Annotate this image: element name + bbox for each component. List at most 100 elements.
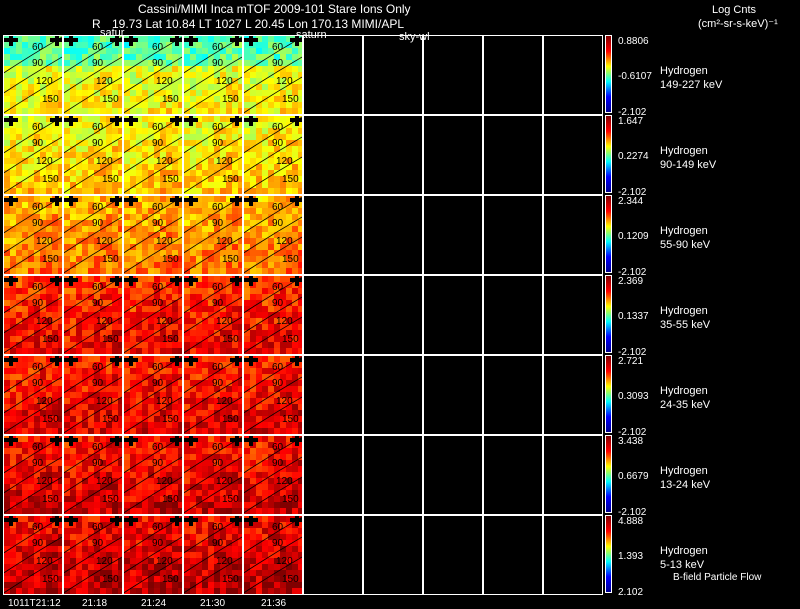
time-tick-label: 1011T21:12 [8,598,61,609]
contour-label: 120 [36,476,53,487]
colorbar-max: 2.344 [618,196,644,207]
contour-label: 150 [102,174,119,185]
colorbar [605,275,612,353]
contour-label: 120 [156,396,173,407]
contour-label: 90 [272,378,284,389]
contour-label: 150 [222,254,239,265]
contour-label: 120 [216,316,233,327]
image-cell: 60 90 120 150 [3,275,63,355]
species-label: Hydrogen [660,385,708,397]
colorbar [605,35,612,113]
contour-label: 60 [272,442,284,453]
contour-label: 90 [212,218,224,229]
image-cell: 60 90 120 150 [3,35,63,115]
contour-label: 150 [282,94,299,105]
image-cell [363,275,423,355]
contour-label: 90 [212,138,224,149]
contour-label: 120 [276,396,293,407]
image-cell: 60 90 120 150 [123,195,183,275]
energy-range-label: 35-55 keV [660,319,711,331]
contour-label: 90 [152,218,164,229]
contour-label: 120 [96,156,113,167]
contour-label: 60 [92,362,104,373]
image-cell [423,515,483,595]
colorbar-max: 1.647 [618,116,644,127]
contour-label: 90 [152,458,164,469]
image-cell: 60 90 120 150 [123,515,183,595]
image-cell: 60 90 120 150 [63,435,123,515]
contour-label: 90 [32,138,44,149]
image-cell [303,275,363,355]
footer-note: B-field Particle Flow [673,572,762,583]
image-cell: 60 90 120 150 [63,115,123,195]
image-cell: 60 90 120 150 [123,35,183,115]
contour-label: 60 [32,122,44,133]
image-cell: 60 90 120 150 [243,195,303,275]
contour-label: 150 [42,94,59,105]
energy-range-label: 55-90 keV [660,239,711,251]
contour-label: 120 [36,236,53,247]
colorbar-max: 2.369 [618,276,644,287]
species-label: Hydrogen [660,305,708,317]
colorbar-mid: 0.1209 [618,231,649,242]
contour-label: 90 [92,298,104,309]
species-label: Hydrogen [660,225,708,237]
contour-label: 60 [92,282,104,293]
units-title: Log Cnts [712,4,757,16]
image-cell [423,355,483,435]
contour-label: 90 [272,458,284,469]
contour-label: 150 [102,334,119,345]
image-cell [483,515,543,595]
species-label: Hydrogen [660,145,708,157]
image-cell [423,195,483,275]
image-cell: 60 90 120 150 [63,515,123,595]
image-cell [543,275,603,355]
image-cell: 60 90 120 150 [3,435,63,515]
contour-label: 60 [272,282,284,293]
chart-title: Cassini/MIMI Inca mTOF 2009-101 Stare Io… [138,2,411,16]
contour-label: 150 [162,494,179,505]
channel-label: Hydrogen 24-35 keV [660,384,710,412]
contour-label: 120 [276,556,293,567]
image-cell [543,115,603,195]
contour-label: 150 [282,494,299,505]
contour-label: 150 [102,414,119,425]
image-cell [423,275,483,355]
contour-label: 120 [36,396,53,407]
contour-label: 90 [152,378,164,389]
contour-label: 120 [156,76,173,87]
contour-label: 120 [36,156,53,167]
contour-label: 60 [152,362,164,373]
colorbar-mid: 0.1337 [618,311,649,322]
image-cell: 60 90 120 150 [123,275,183,355]
image-cell: 60 90 120 150 [63,275,123,355]
units-subtitle: (cm²-sr-s-keV)⁻¹ [698,18,778,30]
contour-label: 90 [272,58,284,69]
image-cell [483,355,543,435]
contour-label: 90 [32,538,44,549]
species-label: Hydrogen [660,545,708,557]
image-cell: 60 90 120 150 [63,195,123,275]
image-cell: 60 90 120 150 [243,515,303,595]
contour-label: 60 [92,442,104,453]
contour-label: 120 [216,396,233,407]
contour-label: 120 [216,476,233,487]
image-cell: 60 90 120 150 [243,115,303,195]
image-cell [543,355,603,435]
contour-label: 90 [32,378,44,389]
image-cell [483,275,543,355]
contour-label: 90 [212,298,224,309]
image-cell [363,195,423,275]
colorbar-mid: 0.6679 [618,471,649,482]
image-cell [483,35,543,115]
contour-label: 60 [32,282,44,293]
contour-label: 120 [36,316,53,327]
contour-label: 60 [272,202,284,213]
contour-label: 90 [152,298,164,309]
contour-label: 150 [162,174,179,185]
contour-label: 120 [276,236,293,247]
image-cell: 60 90 120 150 [243,355,303,435]
contour-label: 60 [152,202,164,213]
image-cell: 60 90 120 150 [183,195,243,275]
image-cell: 60 90 120 150 [3,195,63,275]
